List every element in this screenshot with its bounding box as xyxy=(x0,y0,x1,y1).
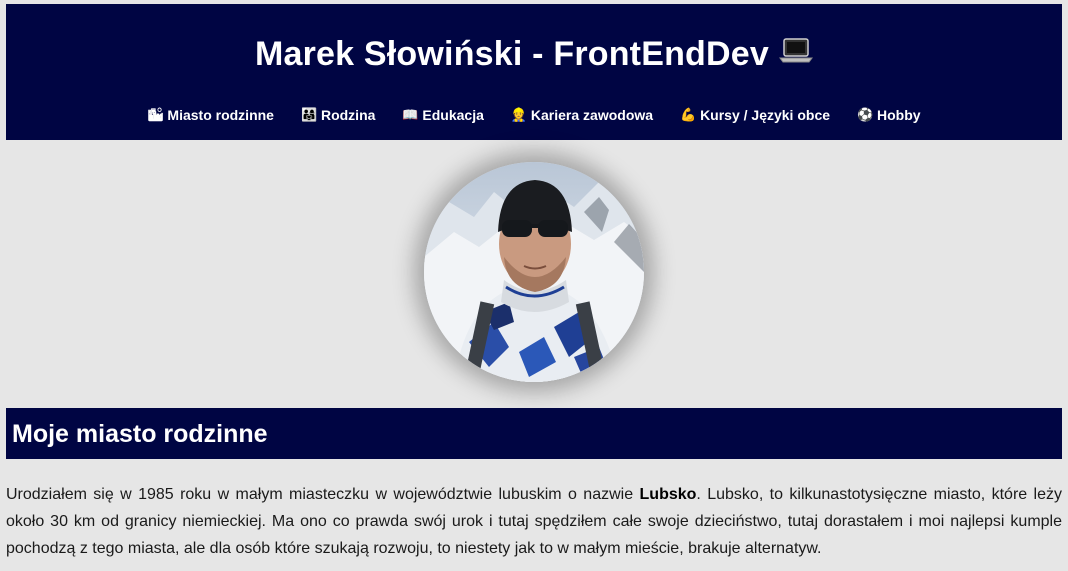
paragraph-text-start: Urodziałem się w 1985 roku w małym miast… xyxy=(6,486,640,503)
nav-item-label: Miasto rodzinne xyxy=(167,107,274,123)
nav-item-label: Kursy / Języki obce xyxy=(700,107,831,123)
nav-item-hobby[interactable]: ⚽ Hobby xyxy=(857,105,921,125)
paragraph-bold-city: Lubsko xyxy=(639,486,697,503)
laptop-icon xyxy=(779,33,813,73)
nav-item-label: Kariera zawodowa xyxy=(530,107,654,123)
city-icon: 🏙 xyxy=(147,107,164,122)
family-icon: 👨‍👩‍👧 xyxy=(300,107,318,122)
site-header: Marek Słowiński - FrontEndDev 🏙 Miasto r… xyxy=(6,4,1062,140)
main-nav: 🏙 Miasto rodzinne 👨‍👩‍👧 Rodzina 📖 Edukac… xyxy=(6,105,1062,125)
page-title: Marek Słowiński - FrontEndDev xyxy=(6,34,1062,74)
profile-photo xyxy=(424,162,644,382)
nav-item-kursy-jezyki-obce[interactable]: 💪 Kursy / Języki obce xyxy=(680,105,830,125)
nav-item-edukacja[interactable]: 📖 Edukacja xyxy=(402,105,483,125)
nav-item-rodzina[interactable]: 👨‍👩‍👧 Rodzina xyxy=(301,105,375,125)
book-icon: 📖 xyxy=(402,107,419,122)
profile-photo-image xyxy=(424,162,644,382)
nav-item-label: Hobby xyxy=(877,107,921,123)
nav-item-miasto-rodzinne[interactable]: 🏙 Miasto rodzinne xyxy=(147,105,274,125)
page-title-text: Marek Słowiński - FrontEndDev xyxy=(254,35,769,73)
section-paragraph: Urodziałem się w 1985 roku w małym miast… xyxy=(6,481,1062,562)
nav-item-kariera-zawodowa[interactable]: 👷 Kariera zawodowa xyxy=(511,105,653,125)
worker-icon: 👷 xyxy=(510,107,528,122)
section-header: Moje miasto rodzinne xyxy=(6,408,1062,459)
nav-item-label: Edukacja xyxy=(422,107,484,123)
section-title: Moje miasto rodzinne xyxy=(12,420,268,448)
nav-item-label: Rodzina xyxy=(320,107,376,123)
flexed-biceps-icon: 💪 xyxy=(680,107,697,122)
soccer-ball-icon: ⚽ xyxy=(857,107,874,122)
